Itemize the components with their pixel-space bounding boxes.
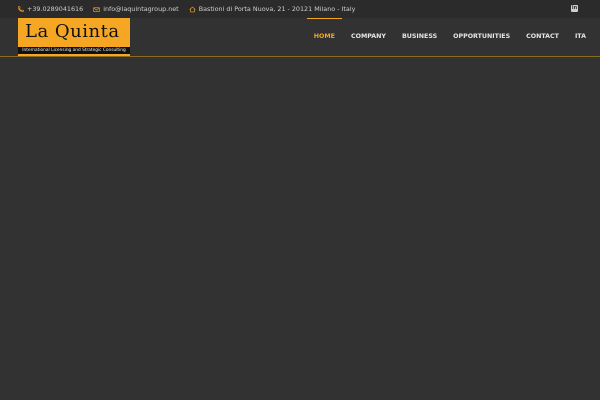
nav-item-business[interactable]: BUSINESS bbox=[402, 18, 437, 56]
top-info-bar: +39.0289041616 info@laquintagroup.net Ba… bbox=[0, 0, 600, 18]
address-text: Bastioni di Porta Nuova, 21 - 20121 Mila… bbox=[198, 5, 356, 13]
email-info[interactable]: info@laquintagroup.net bbox=[93, 5, 179, 13]
phone-icon bbox=[18, 5, 24, 12]
address-info: Bastioni di Porta Nuova, 21 - 20121 Mila… bbox=[189, 5, 356, 13]
email-address[interactable]: info@laquintagroup.net bbox=[103, 5, 179, 13]
home-icon bbox=[189, 6, 196, 12]
site-header: La Quinta International Licensing and St… bbox=[0, 18, 600, 57]
main-content-area bbox=[0, 57, 600, 400]
phone-number[interactable]: +39.0289041616 bbox=[27, 5, 83, 13]
phone-info[interactable]: +39.0289041616 bbox=[17, 5, 83, 13]
main-nav: HOME COMPANY BUSINESS OPPORTUNITIES CONT… bbox=[298, 18, 586, 56]
logo-name: La Quinta bbox=[25, 21, 120, 42]
nav-item-opportunities[interactable]: OPPORTUNITIES bbox=[453, 18, 510, 56]
nav-item-home[interactable]: HOME bbox=[306, 18, 343, 56]
nav-item-ita[interactable]: ITA bbox=[575, 18, 586, 56]
logo-tagline: International Licensing and Strategic Co… bbox=[18, 47, 130, 54]
envelope-icon bbox=[93, 6, 100, 12]
logo[interactable]: La Quinta International Licensing and St… bbox=[18, 18, 130, 56]
linkedin-icon[interactable]: in bbox=[571, 5, 578, 12]
nav-item-company[interactable]: COMPANY bbox=[351, 18, 386, 56]
nav-item-contact[interactable]: CONTACT bbox=[526, 18, 559, 56]
